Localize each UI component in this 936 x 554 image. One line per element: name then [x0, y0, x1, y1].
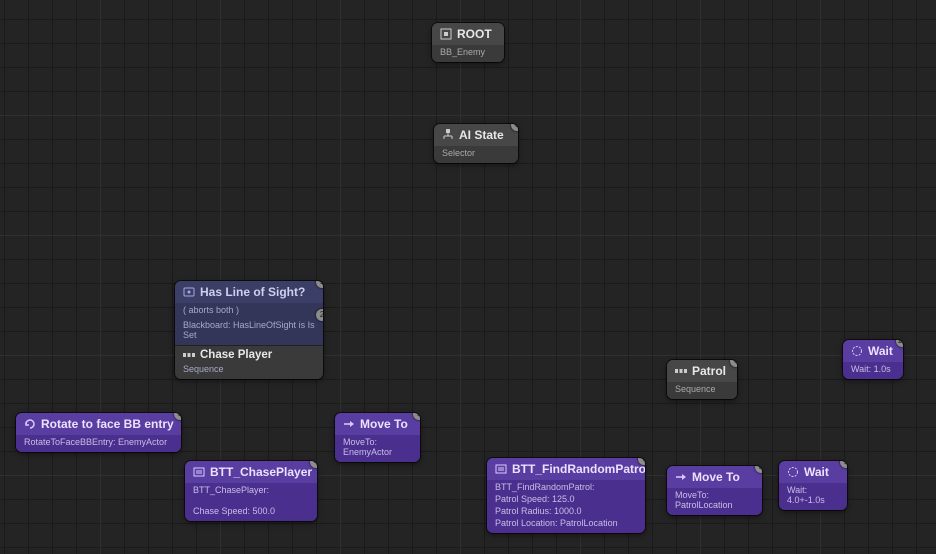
node-header: Chase Player: [175, 345, 323, 362]
node-title: Move To: [360, 417, 408, 431]
moveto-icon: [343, 418, 355, 430]
node-detail: Patrol Radius: 1000.0: [487, 505, 645, 517]
node-subtitle: RotateToFaceBBEntry: EnemyActor: [16, 435, 181, 452]
task-icon: [193, 466, 205, 478]
node-moveto-enemy[interactable]: Move To MoveTo: EnemyActor 5: [335, 413, 420, 462]
node-subtitle: MoveTo: PatrolLocation: [667, 488, 762, 515]
sequence-icon: [675, 365, 687, 377]
decorator-line2: Blackboard: HasLineOfSight is Is Set: [175, 320, 323, 345]
node-detail: Patrol Location: PatrolLocation: [487, 517, 645, 533]
node-wait-variable[interactable]: Wait Wait: 4.0+-1.0s 9: [779, 461, 847, 510]
task-icon: [495, 463, 507, 475]
node-btt-chaseplayer[interactable]: BTT_ChasePlayer BTT_ChasePlayer: Chase S…: [185, 461, 317, 521]
node-subtitle: Sequence: [667, 382, 737, 399]
node-title: Chase Player: [200, 349, 272, 361]
decorator-title: Has Line of Sight?: [200, 285, 305, 299]
wait-icon: [851, 345, 863, 357]
selector-icon: [442, 129, 454, 141]
decorator-icon: [183, 286, 195, 298]
moveto-icon: [675, 471, 687, 483]
node-aistate[interactable]: AI State Selector 0: [434, 124, 518, 163]
sequence-icon: [183, 349, 195, 361]
node-title: BTT_ChasePlayer: [210, 465, 312, 479]
node-title: Patrol: [692, 364, 726, 378]
node-title: BTT_FindRandomPatrol: [512, 462, 645, 476]
node-subtitle: Sequence: [175, 362, 323, 379]
node-title: ROOT: [457, 27, 492, 41]
node-rotate-face[interactable]: Rotate to face BB entry RotateToFaceBBEn…: [16, 413, 181, 452]
node-subtitle: BB_Enemy: [432, 45, 504, 62]
node-title: Rotate to face BB entry: [41, 417, 174, 431]
node-moveto-patrol[interactable]: Move To MoveTo: PatrolLocation 8: [667, 466, 762, 515]
node-subtitle: Wait: 4.0+-1.0s: [779, 483, 847, 510]
node-root[interactable]: ROOT BB_Enemy: [432, 23, 504, 62]
graph-edges: [0, 0, 300, 150]
node-subtitle: Wait: 1.0s: [843, 362, 903, 379]
node-chase-player[interactable]: Has Line of Sight? ( aborts both ) Black…: [175, 281, 323, 379]
node-title: Move To: [692, 470, 740, 484]
root-icon: [440, 28, 452, 40]
node-wait-fixed[interactable]: Wait Wait: 1.0s 10: [843, 340, 903, 379]
wait-icon: [787, 466, 799, 478]
node-subtitle: BTT_FindRandomPatrol:: [487, 480, 645, 493]
node-title: AI State: [459, 128, 504, 142]
task-icon: [24, 418, 36, 430]
decorator-line1: ( aborts both ): [175, 303, 323, 320]
node-btt-findrandompatrol[interactable]: BTT_FindRandomPatrol BTT_FindRandomPatro…: [487, 458, 645, 533]
node-subtitle: Selector: [434, 146, 518, 163]
node-title: Wait: [868, 344, 893, 358]
node-detail: Chase Speed: 500.0: [185, 500, 317, 521]
node-subtitle: MoveTo: EnemyActor: [335, 435, 420, 462]
node-patrol[interactable]: Patrol Sequence 6: [667, 360, 737, 399]
node-title: Wait: [804, 465, 829, 479]
node-detail: Patrol Speed: 125.0: [487, 493, 645, 505]
node-subtitle: BTT_ChasePlayer:: [185, 483, 317, 500]
exec-index-badge: 2: [316, 309, 323, 321]
